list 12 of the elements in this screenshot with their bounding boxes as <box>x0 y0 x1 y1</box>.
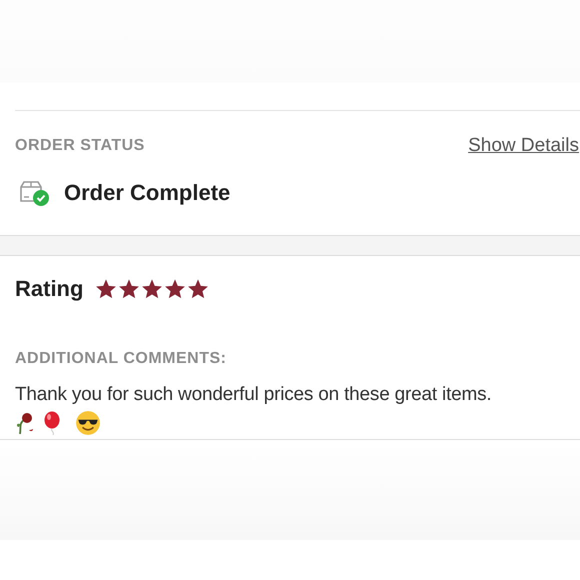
rating-label: Rating <box>15 276 84 302</box>
star-icon <box>118 278 140 300</box>
sunglasses-face-icon <box>75 410 101 436</box>
section-heading: ORDER STATUS <box>15 137 145 155</box>
star-icon <box>141 278 164 300</box>
show-details-link[interactable]: Show Details <box>468 135 579 157</box>
star-icon <box>164 278 186 300</box>
star-icon <box>187 278 210 300</box>
order-status-text: Order Complete <box>64 180 230 206</box>
comments-heading: ADDITIONAL COMMENTS: <box>15 350 228 368</box>
comment-text: Thank you for such wonderful prices on these great items. <box>15 384 493 406</box>
star-icon <box>95 278 118 300</box>
